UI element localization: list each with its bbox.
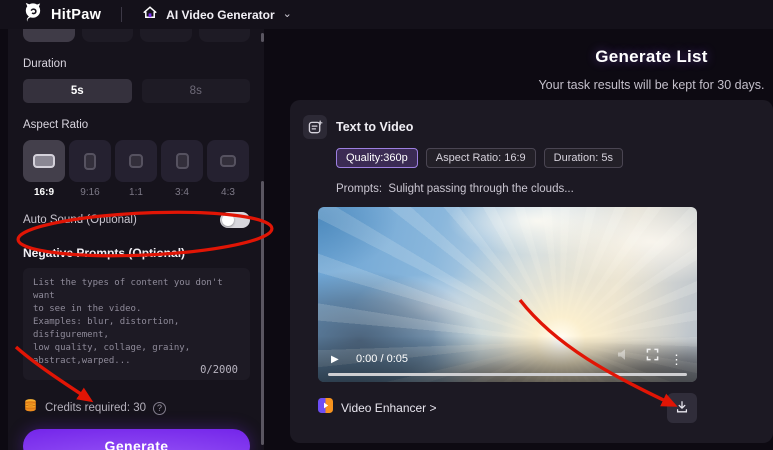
page-title: Generate List (595, 47, 708, 66)
app-switcher[interactable]: AI Video Generator ⌄ (142, 4, 292, 25)
aspect-4-3-icon (220, 155, 236, 167)
aspect-ratio-labels: 16:9 9:16 1:1 3:4 4:3 (23, 187, 250, 198)
video-seekbar[interactable] (328, 373, 687, 376)
task-card: Text to Video Quality:360p Aspect Ratio:… (290, 100, 773, 443)
app-switcher-label: AI Video Generator (166, 7, 275, 22)
duration-tag: Duration: 5s (543, 148, 623, 168)
fullscreen-icon[interactable] (646, 348, 659, 366)
generate-list-header: Generate List Your task results will be … (530, 47, 773, 92)
quality-tag: Quality:360p (336, 148, 418, 168)
volume-icon[interactable] (617, 348, 631, 366)
download-button[interactable] (667, 393, 697, 423)
duration-options: 5s 8s (23, 79, 250, 103)
settings-panel: Duration 5s 8s Aspect Ratio 16:9 9:16 1:… (8, 29, 264, 450)
prompts-text: Prompts: Sulight passing through the clo… (336, 183, 574, 195)
duration-label: Duration (23, 58, 67, 70)
video-enhancer-label: Video Enhancer > (341, 401, 437, 415)
aspect-3-4-icon (175, 153, 189, 169)
aspect-option-3-4[interactable] (161, 140, 203, 182)
video-controls: ▶ 0:00 / 0:05 ⋮ (318, 336, 697, 382)
model-option-button[interactable] (198, 29, 250, 42)
auto-sound-label: Auto Sound (Optional) (23, 214, 137, 226)
app-window: HitPaw AI Video Generator ⌄ Duration 5s … (0, 0, 773, 450)
aspect-16-9-icon (33, 154, 55, 168)
video-enhancer-link[interactable]: Video Enhancer > (318, 398, 437, 418)
model-option-button[interactable] (81, 29, 133, 42)
text-to-video-icon (303, 115, 327, 139)
hitpaw-logo-icon (22, 1, 43, 28)
aspect-1-1-icon (129, 154, 143, 168)
page-subtitle: Your task results will be kept for 30 da… (538, 78, 765, 92)
task-card-footer: Video Enhancer > (318, 393, 697, 423)
topbar: HitPaw AI Video Generator ⌄ (0, 0, 773, 29)
aspect-ratio-tag: Aspect Ratio: 16:9 (425, 148, 536, 168)
model-option-button[interactable] (23, 29, 75, 42)
toggle-knob (222, 214, 234, 226)
coins-icon (23, 398, 38, 418)
brand[interactable]: HitPaw (22, 1, 101, 28)
credits-row: Credits required: 30 ? (23, 398, 250, 418)
scrollbar[interactable] (261, 33, 264, 42)
aspect-label-3-4: 3:4 (175, 187, 189, 198)
aspect-option-1-1[interactable] (115, 140, 157, 182)
credits-required-label: Credits required: 30 (45, 402, 146, 414)
scrollbar[interactable] (261, 181, 264, 445)
aspect-ratio-label: Aspect Ratio (23, 119, 89, 131)
generate-button[interactable]: Generate (23, 429, 250, 450)
char-counter: 0/2000 (200, 364, 238, 376)
model-option-button[interactable] (140, 29, 192, 42)
aspect-label-4-3: 4:3 (221, 187, 235, 198)
model-option-row (23, 29, 250, 42)
task-card-header: Text to Video (303, 115, 773, 139)
aspect-option-9-16[interactable] (69, 140, 111, 182)
video-enhancer-icon (318, 398, 333, 418)
topbar-divider (121, 7, 123, 22)
duration-option-5s[interactable]: 5s (23, 79, 132, 103)
download-icon (674, 399, 690, 418)
auto-sound-row: Auto Sound (Optional) (23, 212, 250, 228)
help-icon[interactable]: ? (153, 401, 166, 415)
aspect-option-4-3[interactable] (207, 140, 249, 182)
aspect-label-16-9: 16:9 (33, 187, 54, 198)
play-icon[interactable]: ▶ (331, 354, 339, 365)
negative-prompts-field: 0/2000 (23, 268, 250, 385)
chevron-down-icon: ⌄ (282, 7, 292, 20)
aspect-9-16-icon (84, 152, 96, 170)
aspect-option-16-9[interactable] (23, 140, 65, 182)
duration-option-8s[interactable]: 8s (141, 79, 250, 103)
brand-name: HitPaw (51, 6, 102, 23)
auto-sound-toggle[interactable] (220, 212, 250, 228)
aspect-label-9-16: 9:16 (80, 187, 100, 198)
aspect-ratio-options (23, 140, 250, 182)
video-time: 0:00 / 0:05 (356, 353, 408, 365)
task-type-label: Text to Video (336, 120, 414, 134)
kebab-menu-icon[interactable]: ⋮ (670, 352, 683, 368)
aspect-label-1-1: 1:1 (129, 187, 143, 198)
video-player[interactable]: ▶ 0:00 / 0:05 ⋮ (318, 207, 697, 382)
home-icon (142, 4, 158, 25)
task-tags: Quality:360p Aspect Ratio: 16:9 Duration… (336, 148, 773, 168)
negative-prompts-label: Negative Prompts (Optional) (23, 246, 186, 260)
